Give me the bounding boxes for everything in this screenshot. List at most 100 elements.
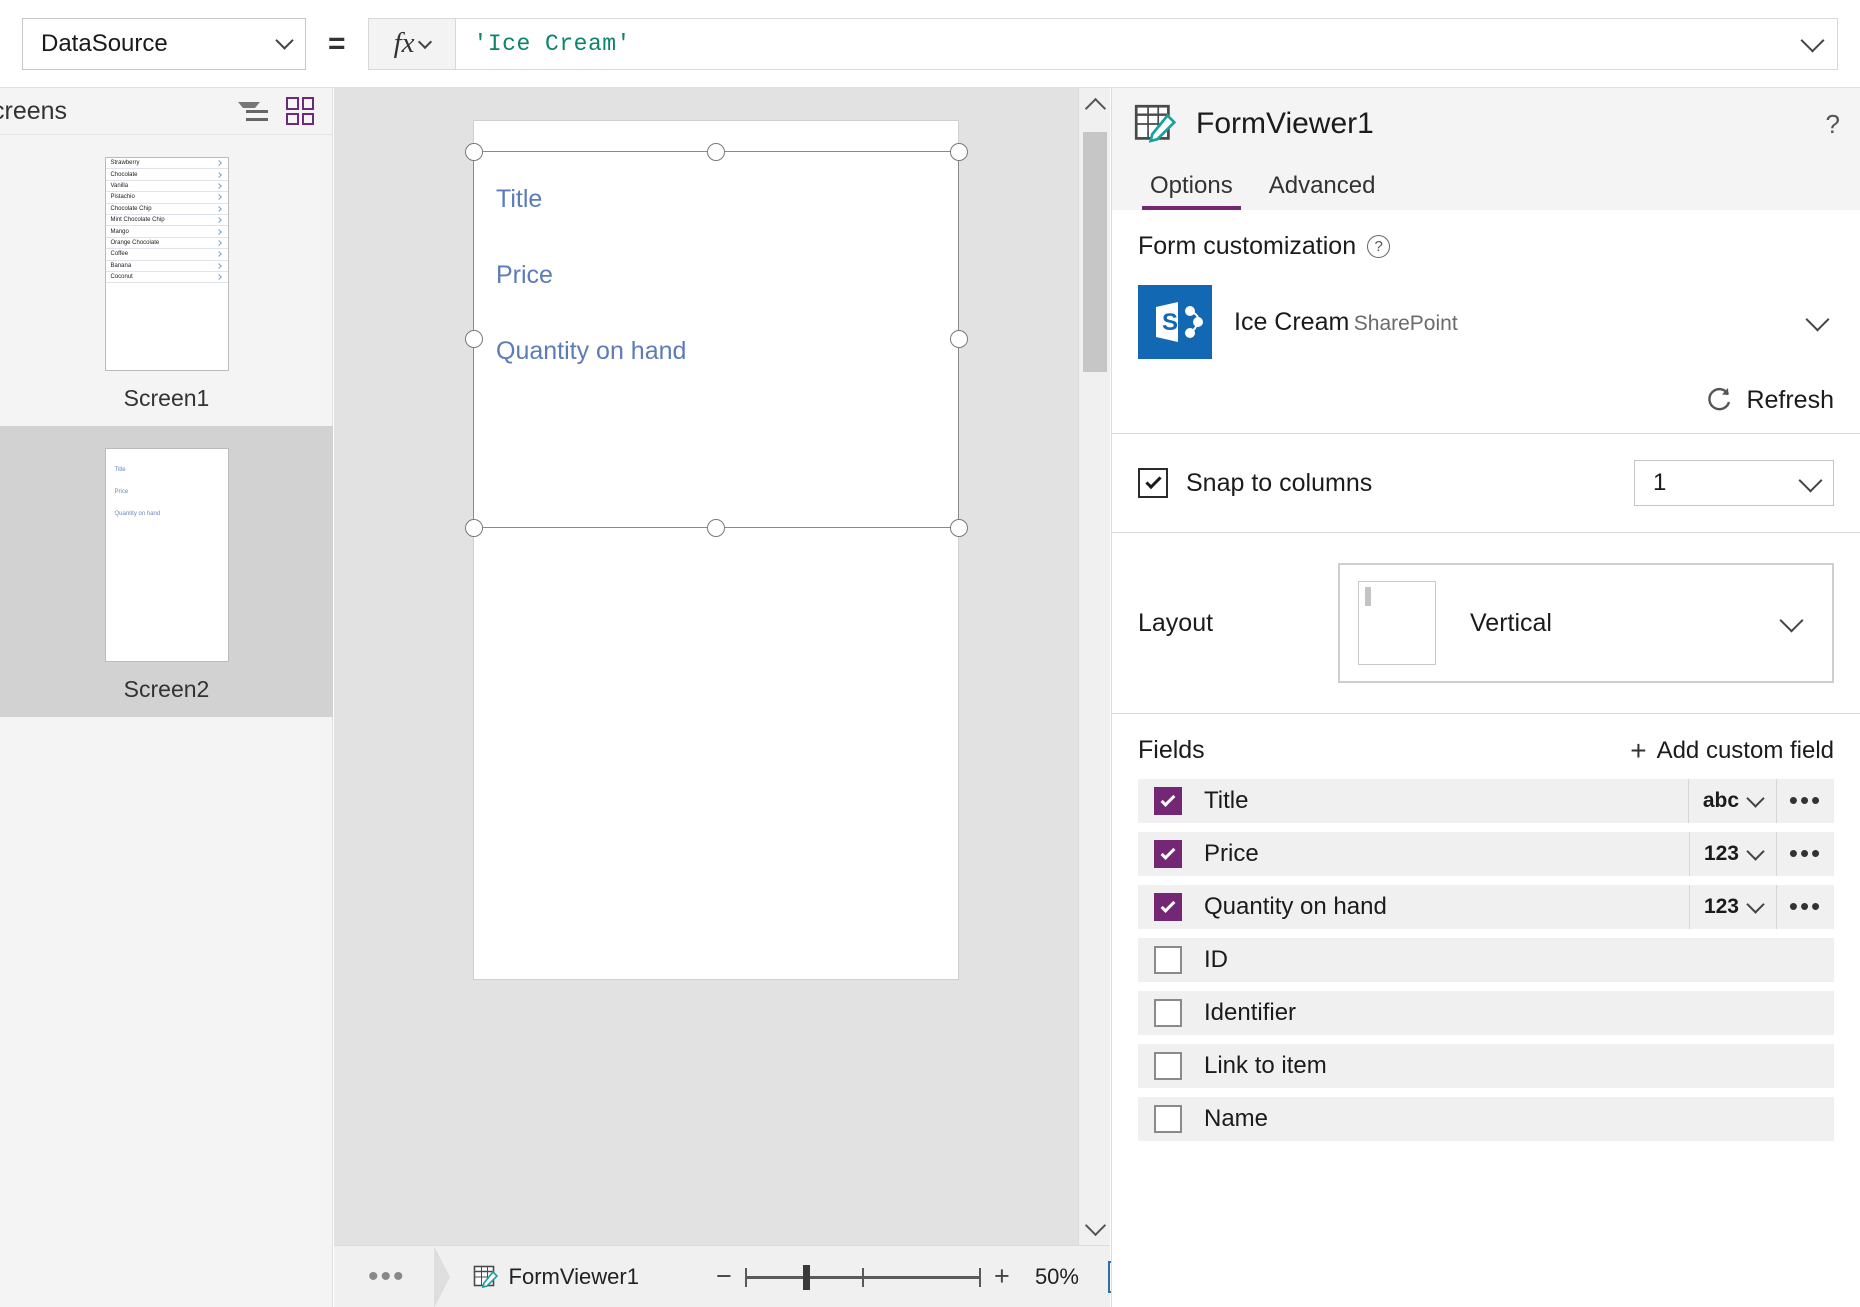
screen-card-screen2[interactable]: Title Price Quantity on hand Screen2 xyxy=(0,426,333,717)
gallery-item: Pistachio xyxy=(106,192,228,203)
gallery-item-label: Coconut xyxy=(111,274,133,280)
formula-input[interactable]: 'Ice Cream' xyxy=(456,18,1838,70)
field-type-dropdown[interactable]: 123 xyxy=(1689,885,1776,929)
gallery-item: Coffee xyxy=(106,249,228,260)
gallery-item-label: Orange Chocolate xyxy=(111,240,160,246)
chevron-right-icon xyxy=(216,251,222,257)
field-checkbox[interactable] xyxy=(1154,893,1182,921)
canvas-field-label[interactable]: Quantity on hand xyxy=(496,337,686,366)
snap-columns-dropdown[interactable]: 1 xyxy=(1634,460,1834,506)
field-row-title[interactable]: Title abc ••• xyxy=(1138,779,1834,823)
fields-label: Fields xyxy=(1138,736,1205,765)
field-type-dropdown[interactable]: 123 xyxy=(1689,832,1776,876)
field-checkbox[interactable] xyxy=(1154,787,1182,815)
screen-card-screen1[interactable]: Strawberry Chocolate Vanilla Pistachio C… xyxy=(0,135,333,426)
zoom-slider[interactable] xyxy=(745,1262,981,1292)
overflow-menu-button[interactable]: ••• xyxy=(334,1268,434,1286)
datasource-row[interactable]: S Ice Cream SharePoint xyxy=(1138,285,1834,359)
zoom-slider-knob[interactable] xyxy=(803,1265,810,1290)
gallery-item-label: Chocolate xyxy=(111,171,138,177)
gallery-item: Chocolate xyxy=(106,169,228,180)
resize-handle-bottom-left[interactable] xyxy=(465,519,483,537)
properties-body: Form customization ? S xyxy=(1112,210,1860,1307)
breadcrumb-separator-icon xyxy=(434,1246,450,1307)
resize-handle-bottom-right[interactable] xyxy=(950,519,968,537)
field-row-id[interactable]: ID xyxy=(1138,938,1834,982)
scrollbar-thumb[interactable] xyxy=(1083,132,1107,372)
field-row-name[interactable]: Name xyxy=(1138,1097,1834,1141)
chevron-down-icon[interactable] xyxy=(1805,307,1829,331)
field-checkbox[interactable] xyxy=(1154,999,1182,1027)
layout-dropdown[interactable]: Vertical xyxy=(1338,563,1834,683)
form-label-thumb: Title xyxy=(115,467,126,473)
resize-handle-middle-left[interactable] xyxy=(465,330,483,348)
gallery-item: Mango xyxy=(106,226,228,237)
field-name: Price xyxy=(1204,840,1259,868)
field-more-button[interactable]: ••• xyxy=(1776,832,1834,876)
add-custom-field-button[interactable]: + Add custom field xyxy=(1630,737,1834,765)
chevron-right-icon xyxy=(216,195,222,201)
fields-header: Fields + Add custom field xyxy=(1112,714,1860,779)
tab-advanced[interactable]: Advanced xyxy=(1251,172,1394,210)
thumbnail-view-icon[interactable] xyxy=(286,97,314,125)
layout-label: Layout xyxy=(1138,609,1338,638)
resize-handle-top-left[interactable] xyxy=(465,143,483,161)
field-row-price[interactable]: Price 123 ••• xyxy=(1138,832,1834,876)
field-row-identifier[interactable]: Identifier xyxy=(1138,991,1834,1035)
canvas-field-label[interactable]: Title xyxy=(496,185,542,214)
snap-to-columns-checkbox[interactable] xyxy=(1138,468,1168,498)
canvas-field-label[interactable]: Price xyxy=(496,261,553,290)
datasource-meta: Ice Cream SharePoint xyxy=(1234,308,1787,337)
properties-pane: FormViewer1 ? Options Advanced Form cust… xyxy=(1111,88,1860,1307)
fx-button[interactable]: fx xyxy=(368,18,456,70)
property-selector[interactable]: DataSource xyxy=(22,18,306,70)
field-more-button[interactable]: ••• xyxy=(1776,885,1834,929)
field-type-dropdown[interactable]: abc xyxy=(1688,779,1776,823)
tab-options[interactable]: Options xyxy=(1132,172,1251,210)
zoom-in-button[interactable]: + xyxy=(985,1261,1019,1292)
zoom-out-button[interactable]: − xyxy=(707,1261,741,1292)
help-icon[interactable]: ? xyxy=(1826,109,1840,140)
field-more-button[interactable]: ••• xyxy=(1776,779,1834,823)
help-icon[interactable]: ? xyxy=(1367,235,1390,258)
field-name: Title xyxy=(1204,787,1248,815)
field-checkbox[interactable] xyxy=(1154,946,1182,974)
resize-handle-middle-right[interactable] xyxy=(950,330,968,348)
tree-view-icon[interactable] xyxy=(238,99,268,123)
field-checkbox[interactable] xyxy=(1154,1052,1182,1080)
field-row-link-to-item[interactable]: Link to item xyxy=(1138,1044,1834,1088)
properties-tabs: Options Advanced xyxy=(1112,160,1860,210)
chevron-down-icon xyxy=(417,34,431,48)
scroll-down-button[interactable] xyxy=(1079,1211,1111,1245)
gallery-item: Banana xyxy=(106,261,228,272)
property-selector-label: DataSource xyxy=(41,30,168,58)
form-label-thumb: Price xyxy=(115,489,129,495)
scroll-up-button[interactable] xyxy=(1079,88,1111,122)
zoom-level-label: 50% xyxy=(1035,1264,1091,1290)
field-row-quantity-on-hand[interactable]: Quantity on hand 123 ••• xyxy=(1138,885,1834,929)
refresh-label: Refresh xyxy=(1746,386,1834,415)
field-checkbox[interactable] xyxy=(1154,840,1182,868)
snap-to-columns-label: Snap to columns xyxy=(1186,469,1372,498)
canvas-vertical-scrollbar[interactable] xyxy=(1078,88,1110,1245)
layout-value: Vertical xyxy=(1470,609,1552,638)
screen2-thumbnail: Title Price Quantity on hand xyxy=(105,448,229,662)
refresh-button[interactable]: Refresh xyxy=(1138,385,1834,415)
resize-handle-top-center[interactable] xyxy=(707,143,725,161)
chevron-down-icon xyxy=(1798,468,1822,492)
resize-handle-top-right[interactable] xyxy=(950,143,968,161)
gallery-item-label: Strawberry xyxy=(111,160,140,166)
chevron-right-icon xyxy=(216,206,222,212)
field-checkbox[interactable] xyxy=(1154,1105,1182,1133)
chevron-right-icon xyxy=(216,183,222,189)
resize-handle-bottom-center[interactable] xyxy=(707,519,725,537)
chevron-down-icon[interactable] xyxy=(1800,28,1824,52)
screens-header: creens xyxy=(0,88,332,135)
canvas-viewport[interactable]: Title Price Quantity on hand xyxy=(334,88,1078,1245)
gallery-item: Coconut xyxy=(106,272,228,283)
gallery-item-label: Coffee xyxy=(111,251,129,257)
gallery-item-label: Chocolate Chip xyxy=(111,206,152,212)
app-screen-canvas[interactable]: Title Price Quantity on hand xyxy=(473,120,959,980)
form-viewer-icon xyxy=(472,1264,498,1290)
breadcrumb[interactable]: FormViewer1 xyxy=(472,1264,639,1290)
